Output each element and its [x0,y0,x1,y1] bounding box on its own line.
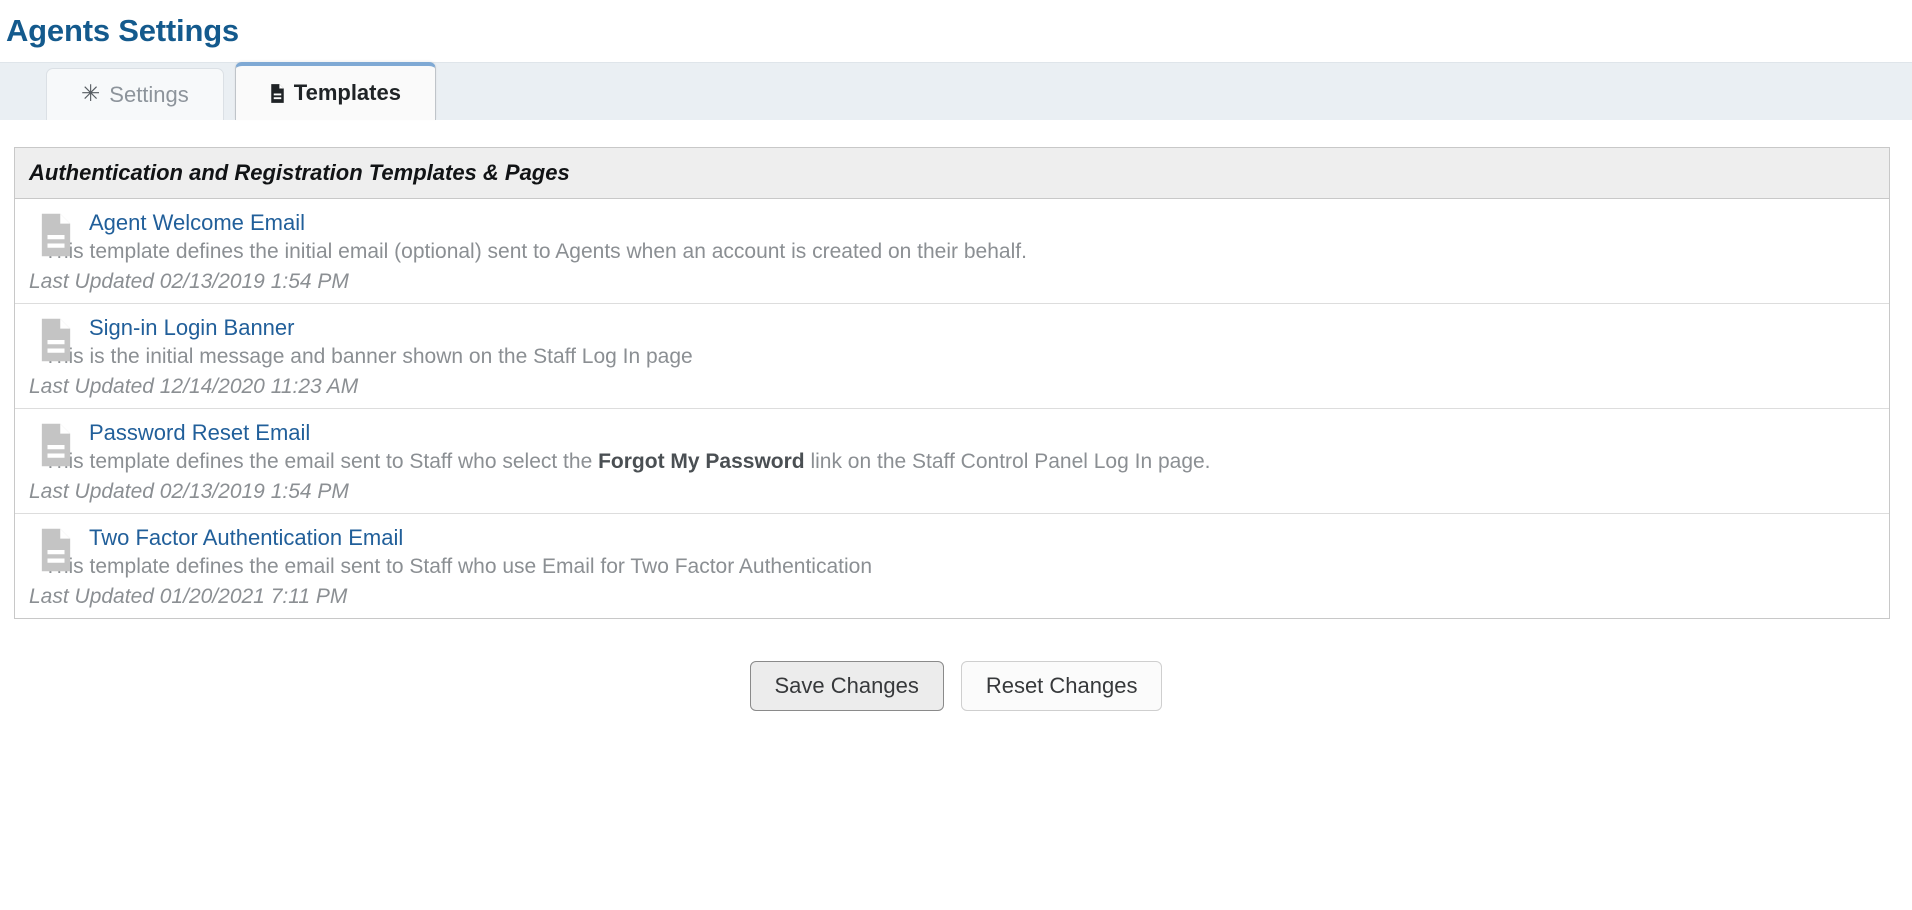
description-text: This template defines the initial email … [44,239,1027,263]
description-emphasis: Forgot My Password [598,449,805,473]
template-link[interactable]: Two Factor Authentication Email [89,524,403,552]
description-text: This template defines the email sent to … [44,554,872,578]
tab-settings-label: Settings [109,81,189,107]
last-updated: Last Updated 12/14/2020 11:23 AM [29,374,359,398]
table-row: Agent Welcome Email This template define… [15,199,1889,305]
last-updated: Last Updated 01/20/2021 7:11 PM [29,585,348,609]
document-icon [270,83,285,103]
document-icon [41,529,71,572]
last-updated: Last Updated 02/13/2019 1:54 PM [29,480,349,504]
tab-templates-label: Templates [293,80,401,106]
template-link[interactable]: Password Reset Email [89,419,310,447]
tab-settings[interactable]: ✳ Settings [46,68,224,121]
document-icon [41,424,71,467]
template-description: This template defines the initial email … [44,238,1875,265]
template-description: This is the initial message and banner s… [44,343,1875,370]
template-link[interactable]: Sign-in Login Banner [89,314,294,342]
last-updated: Last Updated 02/13/2019 1:54 PM [29,269,349,293]
table-row: Password Reset Email This template defin… [15,409,1889,515]
reset-changes-button[interactable]: Reset Changes [960,661,1163,711]
description-text: This template defines the email sent to … [44,449,599,473]
tab-templates[interactable]: Templates [234,62,436,121]
template-description: This template defines the email sent to … [44,553,1875,580]
template-description: This template defines the email sent to … [44,448,1875,475]
tab-bar: ✳ Settings Templates [0,62,1912,121]
table-row: Sign-in Login Banner This is the initial… [15,304,1889,410]
document-icon [41,213,71,257]
templates-panel: Authentication and Registration Template… [14,147,1890,620]
form-actions: Save Changes Reset Changes [0,661,1912,711]
asterisk-icon: ✳ [81,81,101,108]
document-icon [41,318,71,362]
description-text-after: link on the Staff Control Panel Log In p… [804,449,1211,473]
description-text: This is the initial message and banner s… [44,344,693,368]
template-link[interactable]: Agent Welcome Email [89,209,305,237]
page-title: Agents Settings [6,13,239,48]
save-changes-button[interactable]: Save Changes [749,661,944,711]
table-row: Two Factor Authentication Email This tem… [15,514,1889,618]
panel-header: Authentication and Registration Template… [15,148,1889,200]
